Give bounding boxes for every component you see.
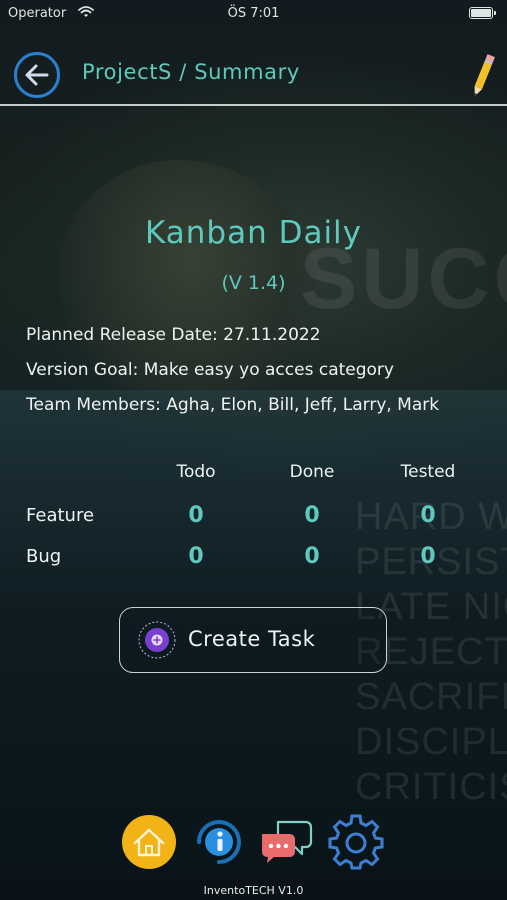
status-bar: Operator ÖS 7:01	[0, 0, 507, 28]
back-arrow-icon[interactable]	[13, 51, 61, 99]
chat-icon[interactable]	[258, 814, 314, 870]
feature-tested-count: 0	[420, 503, 436, 528]
edit-pencil-icon[interactable]	[471, 50, 495, 102]
bug-tested-count: 0	[420, 544, 436, 569]
team-members: Team Members: Agha, Elon, Bill, Jeff, La…	[26, 395, 440, 415]
home-icon[interactable]	[121, 814, 177, 870]
battery-icon	[469, 7, 496, 19]
project-summary: Kanban Daily (V 1.4) Planned Release Dat…	[0, 0, 507, 900]
bug-todo-count: 0	[188, 544, 204, 569]
project-version: (V 1.4)	[221, 272, 286, 294]
bottom-nav	[0, 814, 507, 874]
row-label-feature: Feature	[26, 505, 95, 526]
feature-done-count: 0	[304, 503, 320, 528]
feature-todo-count: 0	[188, 503, 204, 528]
header: ProjectS / Summary	[0, 40, 507, 108]
row-label-bug: Bug	[26, 546, 62, 567]
column-header-tested: Tested	[400, 462, 456, 482]
project-title: Kanban Daily	[144, 215, 363, 251]
app-version-footer: InventoTECH V1.0	[203, 884, 304, 897]
info-icon[interactable]	[191, 814, 247, 870]
create-task-button[interactable]: Create Task	[119, 607, 387, 673]
column-header-done: Done	[289, 462, 335, 482]
create-task-label: Create Task	[188, 627, 316, 651]
breadcrumb: ProjectS / Summary	[82, 60, 300, 84]
add-circle-icon	[138, 621, 176, 659]
column-header-todo: Todo	[176, 462, 216, 482]
settings-icon[interactable]	[328, 814, 384, 870]
planned-release-date: Planned Release Date: 27.11.2022	[26, 325, 321, 345]
bug-done-count: 0	[304, 544, 320, 569]
status-time: ÖS 7:01	[227, 6, 280, 21]
version-goal: Version Goal: Make easy yo acces categor…	[26, 360, 394, 380]
header-divider	[0, 104, 507, 106]
